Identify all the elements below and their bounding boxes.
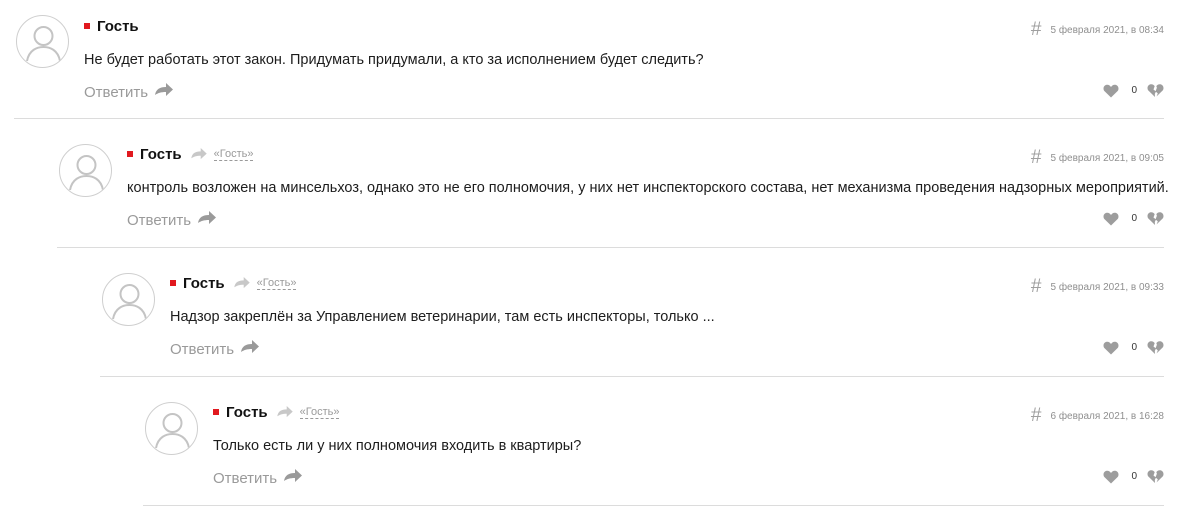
comment-meta: # 6 февраля 2021, в 16:28 bbox=[1031, 406, 1164, 425]
comment-text: Не будет работать этот закон. Придумать … bbox=[84, 52, 704, 68]
reply-to-link[interactable]: «Гость» bbox=[256, 277, 297, 290]
broken-heart-icon[interactable] bbox=[1147, 469, 1164, 484]
heart-icon[interactable] bbox=[1103, 341, 1119, 355]
comment: Гость «Гость» # 5 февраля 2021, в 09:33 … bbox=[100, 248, 1164, 377]
author-marker bbox=[213, 409, 219, 415]
heart-icon[interactable] bbox=[1103, 212, 1119, 226]
hash-link-icon[interactable]: # bbox=[1031, 148, 1042, 167]
reply-arrow-icon bbox=[190, 148, 208, 160]
reply-button[interactable]: Ответить bbox=[84, 83, 174, 102]
reply-button[interactable]: Ответить bbox=[170, 340, 260, 359]
author-name[interactable]: Гость bbox=[140, 146, 182, 163]
vote-count: 0 bbox=[1131, 85, 1137, 96]
reply-label: Ответить bbox=[84, 84, 149, 101]
author-marker bbox=[170, 280, 176, 286]
comment-divider bbox=[143, 505, 1164, 506]
comment-date: 6 февраля 2021, в 16:28 bbox=[1050, 410, 1164, 422]
arrow-right-icon bbox=[240, 340, 260, 359]
heart-icon[interactable] bbox=[1103, 470, 1119, 484]
comment: Гость «Гость» # 5 февраля 2021, в 09:05 … bbox=[57, 119, 1169, 248]
vote-count: 0 bbox=[1131, 342, 1137, 353]
reply-to-link[interactable]: «Гость» bbox=[213, 148, 254, 161]
reply-label: Ответить bbox=[127, 212, 192, 229]
author-line: Гость «Гость» bbox=[127, 145, 254, 163]
comment-date: 5 февраля 2021, в 09:33 bbox=[1050, 281, 1164, 293]
reply-to-link[interactable]: «Гость» bbox=[299, 406, 340, 419]
user-avatar-icon[interactable] bbox=[16, 15, 69, 68]
reply-arrow-icon bbox=[233, 277, 251, 289]
arrow-right-icon bbox=[154, 83, 174, 102]
votes: 0 bbox=[1103, 340, 1164, 355]
author-name[interactable]: Гость bbox=[183, 275, 225, 292]
author-marker bbox=[84, 23, 90, 29]
author-line: Гость bbox=[84, 17, 139, 35]
arrow-right-icon bbox=[283, 469, 303, 488]
reply-label: Ответить bbox=[213, 470, 278, 487]
user-avatar-icon[interactable] bbox=[102, 273, 155, 326]
user-avatar-icon[interactable] bbox=[145, 402, 198, 455]
reply-button[interactable]: Ответить bbox=[213, 469, 303, 488]
user-avatar-icon[interactable] bbox=[59, 144, 112, 197]
comment-meta: # 5 февраля 2021, в 09:05 bbox=[1031, 148, 1164, 167]
reply-arrow-icon bbox=[276, 406, 294, 418]
vote-count: 0 bbox=[1131, 471, 1137, 482]
comment-date: 5 февраля 2021, в 08:34 bbox=[1050, 24, 1164, 36]
reply-label: Ответить bbox=[170, 341, 235, 358]
arrow-right-icon bbox=[197, 211, 217, 230]
author-line: Гость «Гость» bbox=[170, 274, 297, 292]
comment-meta: # 5 февраля 2021, в 08:34 bbox=[1031, 20, 1164, 39]
author-line: Гость «Гость» bbox=[213, 403, 340, 421]
votes: 0 bbox=[1103, 211, 1164, 226]
hash-link-icon[interactable]: # bbox=[1031, 406, 1042, 425]
hash-link-icon[interactable]: # bbox=[1031, 20, 1042, 39]
broken-heart-icon[interactable] bbox=[1147, 83, 1164, 98]
comment-text: Надзор закреплён за Управлением ветерина… bbox=[170, 309, 715, 325]
broken-heart-icon[interactable] bbox=[1147, 211, 1164, 226]
author-name[interactable]: Гость bbox=[97, 18, 139, 35]
comment: Гость «Гость» # 6 февраля 2021, в 16:28 … bbox=[143, 377, 1164, 506]
reply-button[interactable]: Ответить bbox=[127, 211, 217, 230]
heart-icon[interactable] bbox=[1103, 84, 1119, 98]
comment-date: 5 февраля 2021, в 09:05 bbox=[1050, 152, 1164, 164]
hash-link-icon[interactable]: # bbox=[1031, 277, 1042, 296]
comment-meta: # 5 февраля 2021, в 09:33 bbox=[1031, 277, 1164, 296]
votes: 0 bbox=[1103, 83, 1164, 98]
broken-heart-icon[interactable] bbox=[1147, 340, 1164, 355]
comment-text: контроль возложен на минсельхоз, однако … bbox=[127, 180, 1169, 196]
comment: Гость # 5 февраля 2021, в 08:34 Не будет… bbox=[14, 0, 1164, 119]
votes: 0 bbox=[1103, 469, 1164, 484]
author-name[interactable]: Гость bbox=[226, 404, 268, 421]
comment-text: Только есть ли у них полномочия входить … bbox=[213, 438, 582, 454]
vote-count: 0 bbox=[1131, 213, 1137, 224]
author-marker bbox=[127, 151, 133, 157]
